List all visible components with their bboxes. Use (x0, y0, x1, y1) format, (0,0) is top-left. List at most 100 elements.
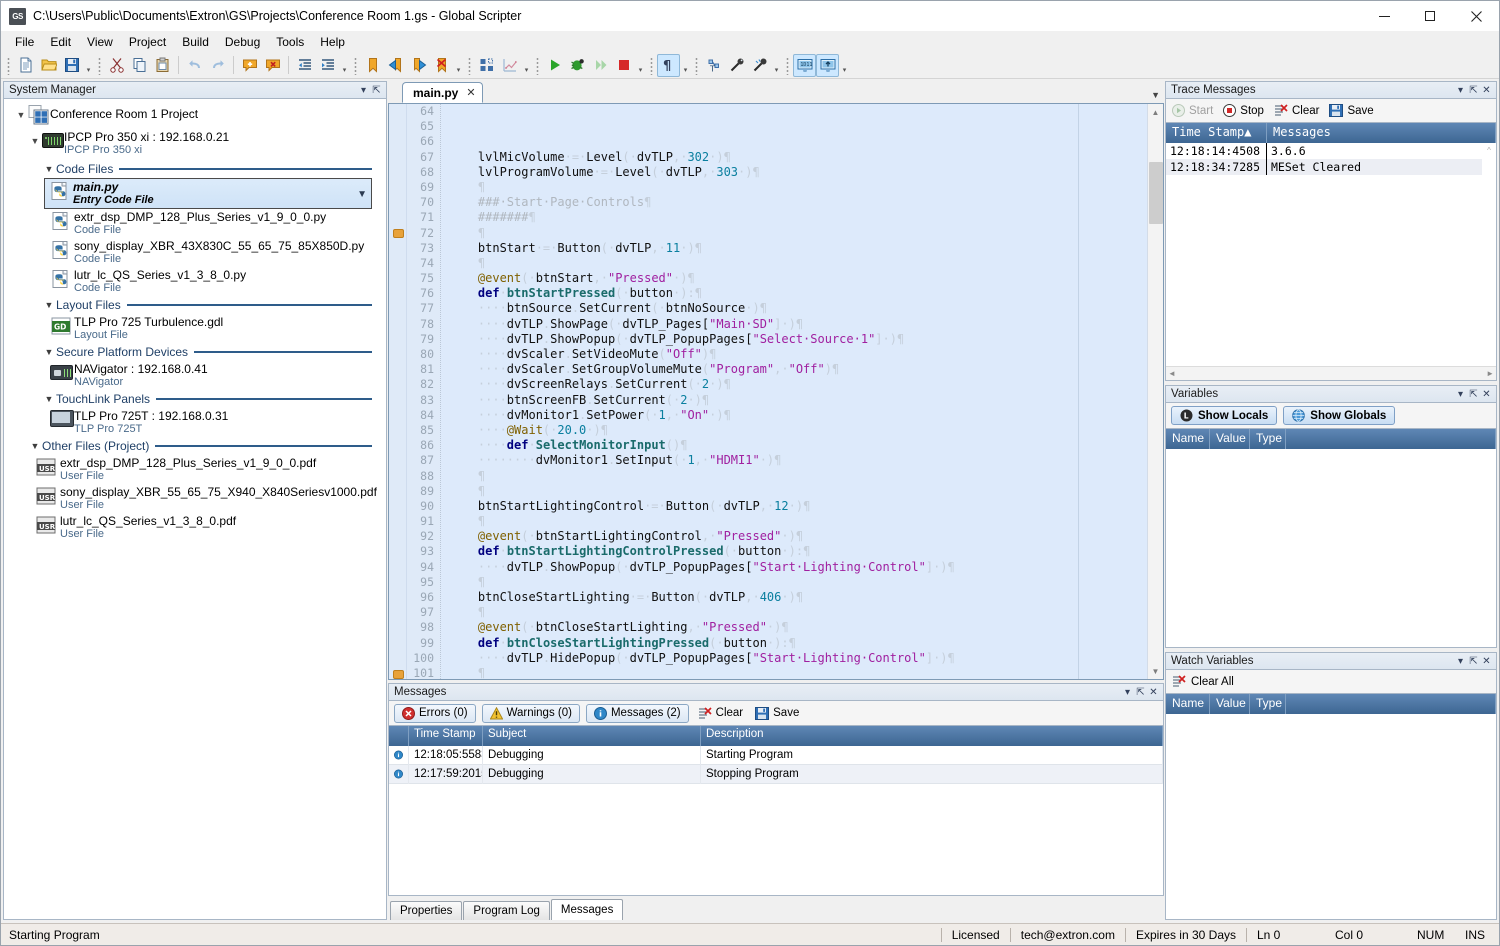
scroll-up-icon[interactable]: ▲ (1148, 104, 1164, 120)
tree-item-user-file-2[interactable]: USR sony_display_XBR_55_65_75_X940_X840S… (34, 484, 386, 513)
toolbar-grip-7[interactable] (693, 55, 700, 75)
code-line[interactable]: ····dvTLP.ShowPopup(·dvTLP_PopupPages["S… (449, 332, 1147, 347)
show-locals-button[interactable]: L Show Locals (1171, 406, 1278, 425)
tree-item-code-file-4[interactable]: lutr_lc_QS_Series_v1_3_8_0.py Code File (48, 267, 386, 296)
show-globals-button[interactable]: Show Globals (1283, 406, 1396, 425)
scroll-right-icon[interactable]: ► (1486, 369, 1494, 378)
find-symbol-icon[interactable]: T (702, 54, 725, 77)
code-line[interactable]: btnCloseStartLighting·=·Button(·dvTLP,·4… (449, 590, 1147, 605)
clear-messages-button[interactable]: Clear (695, 704, 746, 723)
tree-item-navigator[interactable]: NAVigator : 192.168.0.41 NAVigator (48, 361, 386, 390)
save-messages-button[interactable]: Save (752, 704, 802, 723)
undo-icon[interactable] (183, 54, 206, 77)
toolbar-overflow-1[interactable]: ▾ (83, 54, 94, 77)
watch-value-column-header[interactable]: Value (1210, 694, 1250, 714)
trace-save-button[interactable]: Save (1329, 104, 1374, 117)
code-line[interactable]: ····dvScaler.SetGroupVolumeMute("Program… (449, 362, 1147, 377)
maximize-button[interactable] (1407, 1, 1453, 31)
subject-column-header[interactable]: Subject (483, 726, 701, 746)
build-icon[interactable] (475, 54, 498, 77)
tree-item-code-file-3[interactable]: sony_display_XBR_43X830C_55_65_75_85X850… (48, 238, 386, 267)
trace-stop-button[interactable]: Stop (1223, 104, 1264, 117)
menu-file[interactable]: File (7, 33, 42, 51)
variables-rows[interactable] (1166, 449, 1496, 647)
scroll-down-icon[interactable]: ▼ (1148, 663, 1164, 679)
toolbar-grip-5[interactable] (534, 55, 541, 75)
tree-group-layout-files[interactable]: ▼ Layout Files (42, 296, 386, 314)
code-line[interactable]: ¶ (449, 605, 1147, 620)
panel-menu-icon[interactable]: ▾ (357, 83, 370, 97)
close-icon[interactable]: ✕ (1480, 387, 1493, 401)
copy-icon[interactable] (128, 54, 151, 77)
menu-help[interactable]: Help (312, 33, 353, 51)
code-line[interactable]: ¶ (449, 256, 1147, 271)
scroll-up-icon[interactable]: ^ (1487, 143, 1491, 157)
code-line[interactable]: #######¶ (449, 210, 1147, 225)
menu-debug[interactable]: Debug (217, 33, 268, 51)
close-button[interactable] (1453, 1, 1499, 31)
watch-type-column-header[interactable]: Type (1250, 694, 1286, 714)
tree-node-project[interactable]: ▼ Conference Room 1 Project (14, 103, 386, 125)
panel-menu-icon[interactable]: ▾ (1121, 685, 1134, 699)
variables-grid[interactable]: Name Value Type (1165, 429, 1497, 648)
tab-overflow-icon[interactable]: ▼ (1151, 90, 1160, 100)
toolbar-grip[interactable] (5, 55, 12, 75)
code-line[interactable]: ····dvTLP.HidePopup(·dvTLP_PopupPages["S… (449, 651, 1147, 666)
paste-icon[interactable] (151, 54, 174, 77)
messages-table[interactable]: Time Stamp Subject Description 12:18:05:… (388, 726, 1164, 896)
close-icon[interactable]: ✕ (1480, 654, 1493, 668)
bookmark-previous-icon[interactable] (384, 54, 407, 77)
pin-icon[interactable]: ⇱ (1467, 83, 1480, 97)
pin-icon[interactable]: ⇱ (1467, 387, 1480, 401)
code-line[interactable]: @event(·btnStart,·"Pressed"·)¶ (449, 271, 1147, 286)
comment-remove-icon[interactable] (261, 54, 284, 77)
code-line[interactable]: ····dvScreenRelays.SetCurrent(·2·)¶ (449, 377, 1147, 392)
code-line[interactable]: btnStartLightingControl·=·Button(·dvTLP,… (449, 499, 1147, 514)
toolbar-overflow-7[interactable]: ▾ (771, 54, 782, 77)
clear-all-button[interactable]: Clear All (1172, 675, 1234, 688)
toolbar-overflow-4[interactable]: ▾ (521, 54, 532, 77)
table-row[interactable]: 12:18:34:7285 MESet Cleared (1166, 159, 1496, 175)
comment-add-icon[interactable] (238, 54, 261, 77)
toolbar-overflow-3[interactable]: ▾ (453, 54, 464, 77)
code-line[interactable]: ····dvTLP.ShowPopup(·dvTLP_PopupPages["S… (449, 560, 1147, 575)
table-row[interactable]: 12:17:59:2015 Debugging Stopping Program (389, 764, 1163, 784)
watch-rows[interactable] (1166, 714, 1496, 919)
toolbar-grip-4[interactable] (466, 55, 473, 75)
tree-group-touchlink-panels[interactable]: ▼ TouchLink Panels (42, 390, 386, 408)
show-whitespace-icon[interactable]: ¶ (657, 53, 680, 77)
stop-icon[interactable] (612, 54, 635, 77)
expander-code-files-icon[interactable]: ▼ (42, 164, 56, 174)
indent-increase-icon[interactable] (316, 54, 339, 77)
trace-horizontal-scrollbar[interactable]: ◄ ► (1166, 366, 1496, 380)
toolbar-overflow-8[interactable]: ▾ (839, 54, 850, 77)
panel-menu-icon[interactable]: ▾ (1454, 654, 1467, 668)
table-row[interactable]: 12:18:05:5583 Debugging Starting Program (389, 745, 1163, 765)
toolbar-grip-2[interactable] (96, 55, 103, 75)
expander-other-files-icon[interactable]: ▼ (28, 441, 42, 451)
trace-message-column-header[interactable]: Messages (1267, 123, 1496, 143)
tab-messages[interactable]: Messages (550, 899, 624, 920)
redo-icon[interactable] (206, 54, 229, 77)
code-text[interactable]: lvlMicVolume·=·Level(·dvTLP,·302·)¶ lvlP… (441, 104, 1147, 679)
expander-touchlink-icon[interactable]: ▼ (42, 394, 56, 404)
tree-item-user-file-1[interactable]: USR extr_dsp_DMP_128_Plus_Series_v1_9_0_… (34, 455, 386, 484)
run-icon[interactable] (543, 54, 566, 77)
description-column-header[interactable]: Description (701, 726, 1163, 746)
trace-grid[interactable]: Time Stamp▲ Messages 12:18:14:4508 3.6.6… (1165, 123, 1497, 381)
code-line[interactable]: ¶ (449, 226, 1147, 241)
toolbar-grip-3[interactable] (352, 55, 359, 75)
new-file-icon[interactable] (14, 54, 37, 77)
expander-device-icon[interactable]: ▼ (28, 129, 42, 146)
code-line[interactable]: @event(·btnStartLightingControl,·"Presse… (449, 529, 1147, 544)
disconnect-icon[interactable] (748, 54, 771, 77)
trace-rows[interactable]: 12:18:14:4508 3.6.6 12:18:34:7285 MESet … (1166, 143, 1496, 366)
toolbar-grip-6[interactable] (648, 55, 655, 75)
code-line[interactable]: ¶ (449, 180, 1147, 195)
table-row[interactable]: 12:18:14:4508 3.6.6 (1166, 143, 1496, 159)
tree-group-secure-platform-devices[interactable]: ▼ Secure Platform Devices (42, 343, 386, 361)
code-line[interactable]: ····dvTLP.ShowPage(·dvTLP_Pages["Main·SD… (449, 317, 1147, 332)
system-manager-tree[interactable]: ▼ Conference Room 1 Project ▼ IPCP Pro 3… (3, 99, 387, 920)
menu-view[interactable]: View (79, 33, 121, 51)
watch-grid[interactable]: Name Value Type (1165, 694, 1497, 920)
